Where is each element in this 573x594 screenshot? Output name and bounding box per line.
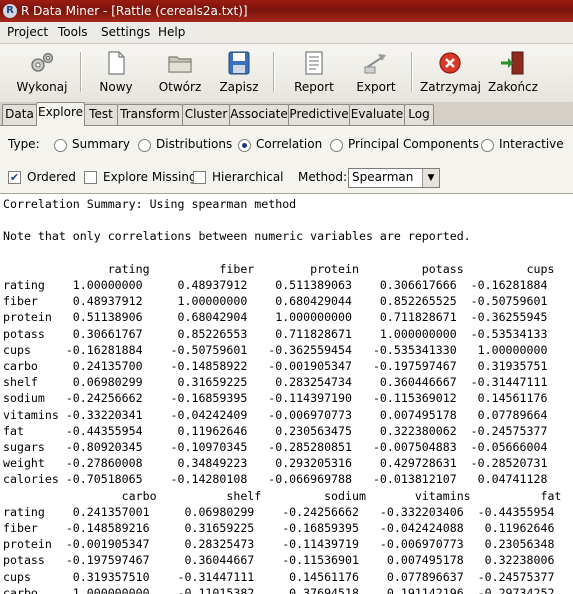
output-line: weight -0.27860008 0.34849223 0.29320531…: [3, 456, 548, 471]
output-line: Correlation Summary: Using spearman meth…: [3, 197, 297, 211]
menu-help[interactable]: Help: [158, 25, 185, 39]
radio-distributions[interactable]: [138, 139, 151, 152]
hierarchical-label[interactable]: Hierarchical: [212, 170, 284, 184]
toolbar-separator: [80, 52, 82, 92]
toolbar-separator: [273, 52, 275, 92]
hierarchical-checkbox[interactable]: [193, 171, 206, 184]
save-label: Zapisz: [219, 80, 259, 94]
output-line: rating 1.00000000 0.48937912 0.511389063…: [3, 278, 548, 293]
method-label: Method:: [298, 170, 348, 184]
save-button[interactable]: Zapisz: [214, 47, 264, 99]
tab-strip: Data Explore Test Transform Cluster Asso…: [0, 102, 573, 126]
tab-explore[interactable]: Explore: [36, 102, 85, 126]
output-line: cups 0.319357510 -0.31447111 0.14561176 …: [3, 569, 555, 584]
output-line: fiber -0.148589216 0.31659225 -0.1685939…: [3, 521, 555, 536]
chevron-down-icon[interactable]: ▼: [422, 169, 439, 187]
menu-project[interactable]: Project: [7, 25, 48, 39]
distributions-label[interactable]: Distributions: [156, 137, 232, 151]
menu-bar: Project Tools Settings Help: [0, 22, 573, 44]
gears-icon: [31, 52, 54, 72]
output-line: sodium -0.24256662 -0.16859395 -0.114397…: [3, 391, 548, 406]
tab-associate[interactable]: Associate: [229, 104, 289, 125]
tab-cluster[interactable]: Cluster: [182, 104, 230, 125]
menu-tools[interactable]: Tools: [58, 25, 88, 39]
export-label: Export: [356, 80, 396, 94]
open-label: Otwórz: [158, 80, 202, 94]
output-line: potass 0.30661767 0.85226553 0.711828671…: [3, 326, 548, 341]
output-line: Note that only correlations between nume…: [3, 229, 471, 244]
type-row: Type: Summary Distributions Correlation …: [0, 134, 573, 156]
quit-button[interactable]: Zakończ: [486, 47, 540, 99]
export-button[interactable]: Export: [350, 47, 402, 99]
open-button[interactable]: Otwórz: [152, 47, 208, 99]
tab-predictive[interactable]: Predictive: [288, 104, 350, 125]
menu-settings[interactable]: Settings: [101, 25, 150, 39]
method-value: Spearman: [352, 170, 414, 184]
output-line: vitamins -0.33220341 -0.04242409 -0.0069…: [3, 407, 548, 422]
output-line: protein 0.51138906 0.68042904 1.00000000…: [3, 310, 548, 325]
type-label: Type:: [8, 137, 40, 151]
interactive-label[interactable]: Interactive: [499, 137, 564, 151]
quit-label: Zakończ: [488, 80, 538, 94]
tab-log[interactable]: Log: [404, 104, 434, 125]
radio-summary[interactable]: [54, 139, 67, 152]
output-line: carbo shelf sodium vitamins fat: [3, 488, 562, 503]
report-button[interactable]: Report: [288, 47, 340, 99]
floppy-save-icon: [228, 51, 250, 75]
report-label: Report: [294, 80, 334, 94]
output-line: calories -0.70518065 -0.14280108 -0.0669…: [3, 472, 548, 487]
stop-icon: [439, 52, 461, 74]
stop-button[interactable]: Zatrzymaj: [420, 47, 481, 99]
new-button[interactable]: Nowy: [91, 47, 141, 99]
new-document-icon: [108, 51, 125, 75]
output-line: fiber 0.48937912 1.00000000 0.680429044 …: [3, 294, 548, 309]
output-line: carbo 0.24135700 -0.14858922 -0.00190534…: [3, 359, 548, 374]
explore-missing-checkbox[interactable]: [84, 171, 97, 184]
quit-door-icon: [501, 51, 524, 75]
explore-missing-label[interactable]: Explore Missing: [103, 170, 197, 184]
report-icon: [305, 51, 323, 75]
method-select[interactable]: Spearman ▼: [348, 168, 440, 188]
output-line: protein -0.001905347 0.28325473 -0.11439…: [3, 537, 555, 552]
output-line: rating fiber protein potass cups: [3, 261, 555, 276]
correlation-output: Correlation Summary: Using spearman meth…: [0, 194, 573, 594]
correlation-label[interactable]: Correlation: [256, 137, 322, 151]
stop-label: Zatrzymaj: [420, 80, 481, 94]
ordered-checkbox[interactable]: ✔: [8, 171, 21, 184]
tab-test[interactable]: Test: [84, 104, 118, 125]
output-line: fat -0.44355954 0.11962646 0.230563475 0…: [3, 423, 548, 438]
title-bar: R R Data Miner - [Rattle (cereals2a.txt)…: [0, 0, 573, 22]
tab-evaluate[interactable]: Evaluate: [349, 104, 405, 125]
output-textview[interactable]: Correlation Summary: Using spearman meth…: [0, 193, 573, 594]
window-title: R Data Miner - [Rattle (cereals2a.txt)]: [21, 4, 248, 18]
export-icon: [364, 54, 386, 74]
toolbar-separator: [411, 52, 413, 92]
summary-label[interactable]: Summary: [72, 137, 130, 151]
radio-interactive[interactable]: [481, 139, 494, 152]
output-line: cups -0.16281884 -0.50759601 -0.36255945…: [3, 342, 548, 357]
output-line: sugars -0.80920345 -0.10970345 -0.285280…: [3, 440, 548, 455]
folder-open-icon: [168, 56, 192, 73]
toolbar: Wykonaj Nowy Otwórz Zapisz Report Export…: [0, 44, 573, 103]
options-row: ✔ Ordered Explore Missing Hierarchical M…: [0, 167, 573, 189]
execute-label: Wykonaj: [16, 80, 68, 94]
output-line: rating 0.241357001 0.06980299 -0.2425666…: [3, 504, 555, 519]
output-line: potass -0.197597467 0.36044667 -0.115369…: [3, 553, 555, 568]
radio-principal-components[interactable]: [330, 139, 343, 152]
tab-data[interactable]: Data: [2, 104, 37, 125]
execute-button[interactable]: Wykonaj: [10, 47, 74, 99]
radio-correlation[interactable]: [238, 139, 251, 152]
new-label: Nowy: [99, 80, 133, 94]
ordered-label[interactable]: Ordered: [27, 170, 76, 184]
output-line: shelf 0.06980299 0.31659225 0.283254734 …: [3, 375, 548, 390]
tab-transform[interactable]: Transform: [117, 104, 183, 125]
principal-components-label[interactable]: Principal Components: [348, 137, 479, 151]
r-app-icon: R: [3, 4, 17, 18]
